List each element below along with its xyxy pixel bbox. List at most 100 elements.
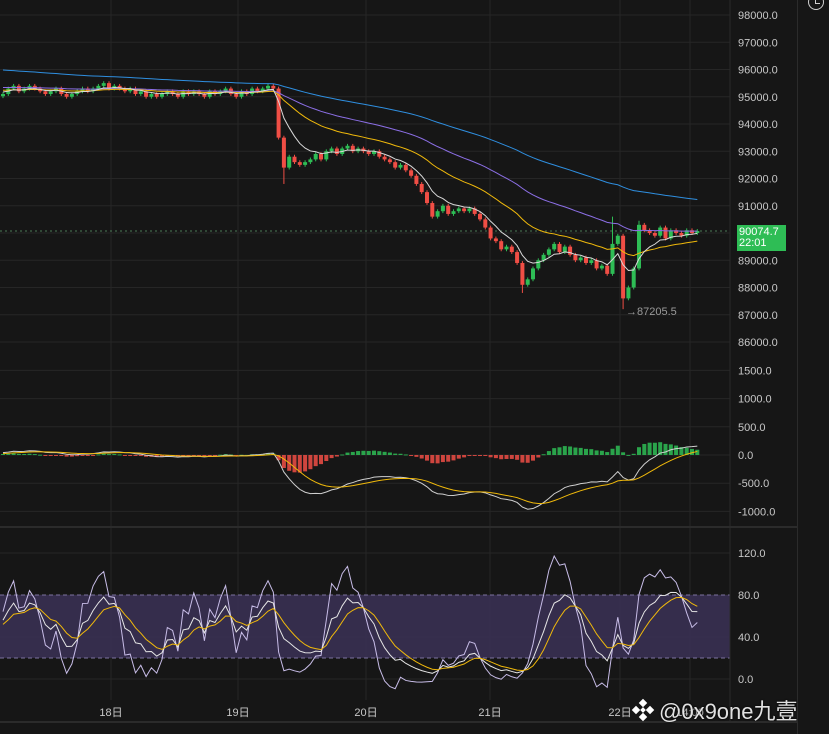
macd-histogram-bar xyxy=(207,455,212,456)
macd-histogram-bar xyxy=(59,455,64,456)
macd-histogram-bar xyxy=(440,455,445,463)
macd-histogram-bar xyxy=(552,448,557,455)
macd-histogram-bar xyxy=(11,453,16,455)
macd-histogram-bar xyxy=(536,455,541,458)
candle xyxy=(430,201,435,219)
candle xyxy=(292,154,297,165)
macd-histogram-bar xyxy=(96,454,101,456)
time-tick-label: 21日 xyxy=(478,707,501,719)
candle-body xyxy=(234,94,239,97)
candle xyxy=(658,225,663,238)
macd-histogram-bar xyxy=(663,443,668,455)
candle-body xyxy=(531,268,535,280)
candle xyxy=(451,209,456,216)
macd-histogram-bar xyxy=(578,447,583,455)
candle xyxy=(16,83,21,94)
candle-body xyxy=(1,94,5,97)
time-tick-label: 20日 xyxy=(354,707,377,719)
macd-panel xyxy=(1,442,700,510)
candle-body xyxy=(297,162,302,165)
macd-histogram-bar xyxy=(435,455,440,464)
candle xyxy=(647,228,652,235)
candle-body xyxy=(160,94,164,97)
macd-histogram-bar xyxy=(478,455,482,456)
macd-histogram-bar xyxy=(303,455,308,472)
macd-histogram-bar xyxy=(350,451,355,455)
macd-histogram-bar xyxy=(467,455,472,456)
candle xyxy=(626,285,631,301)
macd-histogram-bar xyxy=(520,455,525,463)
candle-body xyxy=(451,211,456,214)
macd-histogram-bar xyxy=(462,455,467,458)
macd-histogram-bar xyxy=(488,455,493,458)
macd-histogram-bar xyxy=(387,452,392,455)
kdj-tick-label: 0.0 xyxy=(738,674,753,686)
candle xyxy=(435,209,440,219)
macd-histogram-bar xyxy=(393,453,398,455)
macd-histogram-bar xyxy=(122,455,127,456)
low-price-annotation: →87205.5 xyxy=(626,306,677,318)
candle-body xyxy=(48,91,53,95)
candle-body xyxy=(499,241,504,250)
macd-histogram-bar xyxy=(361,450,366,455)
macd-histogram-bar xyxy=(642,443,647,455)
macd-histogram-bar xyxy=(75,455,80,457)
macd-tick-label: 0.0 xyxy=(738,450,753,462)
macd-histogram-bar xyxy=(138,455,143,457)
candle-body xyxy=(446,205,451,214)
candle-body xyxy=(573,254,578,261)
candle-body xyxy=(467,208,472,212)
candle xyxy=(684,228,689,238)
candle xyxy=(679,231,684,238)
macd-histogram-bar xyxy=(525,455,530,463)
candle xyxy=(382,154,387,162)
macd-histogram-bar xyxy=(69,455,74,457)
candle xyxy=(478,212,482,222)
macd-histogram-bar xyxy=(419,455,424,459)
candle xyxy=(546,247,551,257)
candles xyxy=(1,81,700,310)
candle-body xyxy=(43,91,48,95)
trading-chart[interactable]: 98000.0 97000.0 96000.0 95000.0 94000.0 93000… xyxy=(0,0,797,734)
macd-histogram-bar xyxy=(292,455,297,473)
macd-histogram-bar xyxy=(107,454,111,456)
candle-body xyxy=(64,94,69,97)
macd-histogram-bar xyxy=(313,455,318,467)
candle-body xyxy=(403,164,408,171)
candle xyxy=(610,216,615,276)
price-tick-label: 96000.0 xyxy=(738,65,778,77)
macd-histogram-bar xyxy=(573,447,578,455)
candle xyxy=(472,206,477,216)
macd-histogram-bar xyxy=(605,452,610,455)
candle xyxy=(493,236,498,244)
macd-histogram-bar xyxy=(531,455,535,461)
candle-body xyxy=(493,238,498,242)
candle xyxy=(525,277,530,287)
candle-body xyxy=(631,268,636,288)
price-tick-label: 91000.0 xyxy=(738,201,778,213)
candle xyxy=(85,86,90,94)
macd-histogram-bar xyxy=(674,445,679,455)
candle xyxy=(409,168,414,178)
candle xyxy=(552,241,557,252)
macd-histogram-bar xyxy=(425,455,429,461)
candle xyxy=(202,92,207,99)
candle xyxy=(621,233,626,310)
macd-histogram-bar xyxy=(334,455,339,457)
macd-histogram-bar xyxy=(589,449,594,455)
candle-body xyxy=(393,162,398,168)
macd-histogram-bar xyxy=(568,446,573,455)
candle-body xyxy=(101,83,106,86)
candle-body xyxy=(562,246,567,253)
candle-body xyxy=(419,183,424,193)
candle xyxy=(239,89,244,99)
candle-body xyxy=(430,203,435,217)
candle xyxy=(504,244,509,252)
macd-histogram-bar xyxy=(430,455,435,464)
candle xyxy=(345,143,350,151)
candle-body xyxy=(287,156,292,168)
candle-body xyxy=(292,156,297,163)
candle xyxy=(520,261,525,293)
macd-histogram-bar xyxy=(117,454,122,456)
macd-histogram-bar xyxy=(637,447,641,455)
